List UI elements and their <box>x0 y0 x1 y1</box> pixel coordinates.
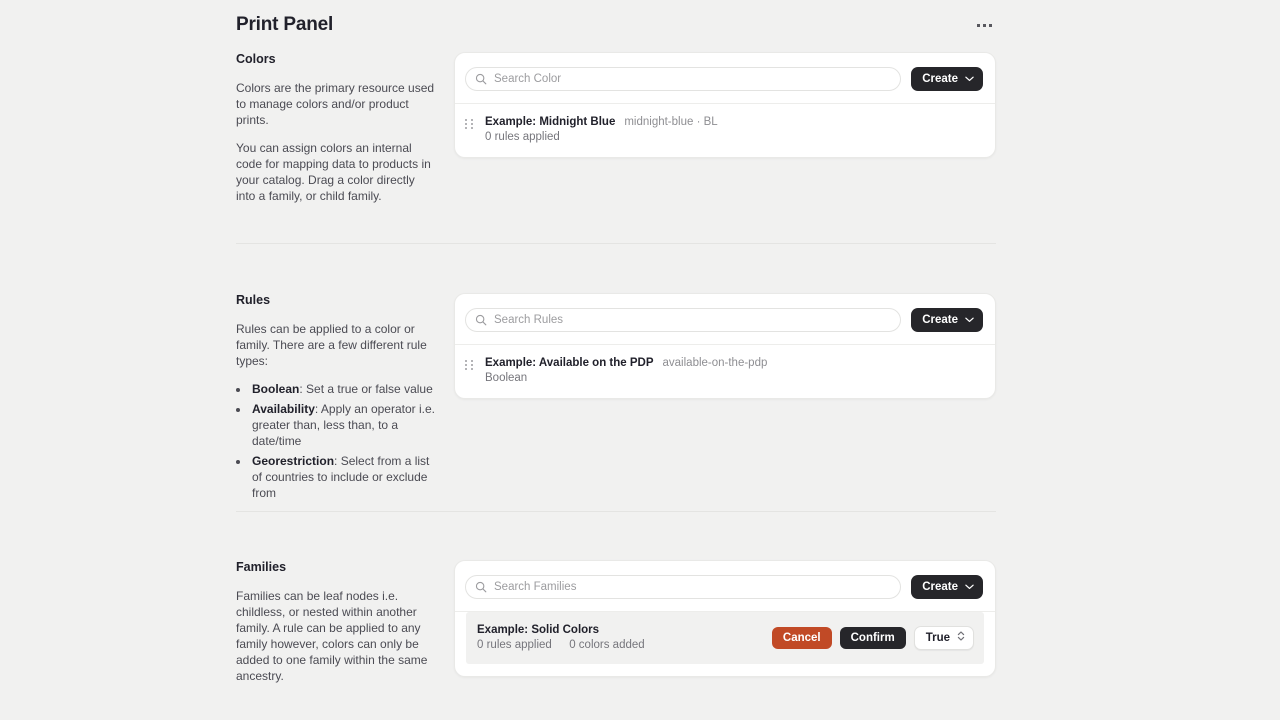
search-icon <box>475 314 487 326</box>
ellipsis-dot <box>989 23 992 27</box>
rules-item-slug: available-on-the-pdp <box>662 357 768 369</box>
colors-list-item[interactable]: Example: Midnight Blue midnight-blue · B… <box>455 104 995 157</box>
rules-type-term: Boolean <box>252 382 300 396</box>
drag-handle-icon[interactable] <box>465 360 475 370</box>
rules-search-input[interactable] <box>494 309 891 331</box>
colors-list-item-heading: Example: Midnight Blue midnight-blue · B… <box>485 116 983 128</box>
families-item-meta: 0 rules applied 0 colors added <box>477 639 762 651</box>
families-card: Create Example: Solid Colors 0 rules app <box>454 560 996 677</box>
page-header: Print Panel <box>236 10 996 40</box>
chevron-up-down-icon <box>957 630 965 645</box>
colors-search-input[interactable] <box>494 68 891 90</box>
families-create-label: Create <box>922 581 958 593</box>
confirm-button[interactable]: Confirm <box>839 626 906 649</box>
rules-type-item: Boolean: Set a true or false value <box>250 381 436 397</box>
colors-search[interactable] <box>465 67 902 91</box>
colors-item-title: Example: Midnight Blue <box>485 116 616 128</box>
section-colors: Colors Colors are the primary resource u… <box>236 52 996 216</box>
colors-card: Create Example: Midnight <box>454 52 996 158</box>
section-rules: Rules Rules can be applied to a color or… <box>236 293 996 505</box>
rules-type-term: Georestriction <box>252 454 335 468</box>
rules-create-button[interactable]: Create <box>911 308 983 332</box>
ellipsis-dot <box>977 23 980 27</box>
drag-handle-icon[interactable] <box>465 119 475 129</box>
rules-type-list: Boolean: Set a true or false value Avail… <box>250 381 436 501</box>
families-list-item-body: Example: Solid Colors 0 rules applied 0 … <box>477 624 762 651</box>
families-item-rules-count: 0 rules applied <box>477 639 552 651</box>
families-paragraph-1: Families can be leaf nodes i.e. childles… <box>236 589 428 683</box>
rules-type-term: Availability <box>252 402 315 416</box>
boolean-value-label: True <box>925 631 950 644</box>
print-panel-page: Print Panel Colors Colors are the primar… <box>0 0 1280 720</box>
colors-paragraph-2: You can assign colors an internal code f… <box>236 141 431 203</box>
section-separator-1 <box>236 243 996 244</box>
colors-create-label: Create <box>922 73 958 85</box>
rules-create-label: Create <box>922 314 958 326</box>
search-icon <box>475 581 487 593</box>
rules-item-title: Example: Available on the PDP <box>485 357 654 369</box>
colors-item-meta: 0 rules applied <box>485 131 560 143</box>
colors-card-toolbar: Create <box>455 53 995 103</box>
colors-item-slug: midnight-blue · BL <box>624 116 718 128</box>
search-icon <box>475 73 487 85</box>
families-item-actions: Cancel Confirm True <box>771 625 974 650</box>
colors-list-item-body: Example: Midnight Blue midnight-blue · B… <box>485 116 983 143</box>
families-search[interactable] <box>465 575 902 599</box>
boolean-value-select[interactable]: True <box>913 625 974 650</box>
families-item-title: Example: Solid Colors <box>477 624 600 636</box>
families-list-item-heading: Example: Solid Colors <box>477 624 762 636</box>
section-separator-2 <box>236 511 996 512</box>
families-description: Families Families can be leaf nodes i.e.… <box>236 560 454 696</box>
colors-paragraph-1: Colors are the primary resource used to … <box>236 81 435 127</box>
colors-create-button[interactable]: Create <box>911 67 983 91</box>
families-item-colors-count: 0 colors added <box>569 639 645 651</box>
rules-card-toolbar: Create <box>455 294 995 344</box>
rules-list-item[interactable]: Example: Available on the PDP available-… <box>455 345 995 398</box>
chevron-down-icon <box>965 581 974 593</box>
rules-item-meta: Boolean <box>485 372 528 384</box>
families-heading: Families <box>236 560 287 574</box>
ellipsis-dot <box>983 23 986 27</box>
ellipsis-icon[interactable] <box>973 18 996 33</box>
cancel-button[interactable]: Cancel <box>771 626 832 649</box>
section-families: Families Families can be leaf nodes i.e.… <box>236 560 996 696</box>
rules-description: Rules Rules can be applied to a color or… <box>236 293 454 505</box>
rules-type-item: Availability: Apply an operator i.e. gre… <box>250 401 436 449</box>
families-card-toolbar: Create <box>455 561 995 611</box>
rules-card: Create Example: Availabl <box>454 293 996 399</box>
rules-paragraph-1: Rules can be applied to a color or famil… <box>236 322 427 368</box>
rules-type-text: : Set a true or false value <box>299 382 433 396</box>
rules-list-item-body: Example: Available on the PDP available-… <box>485 357 983 384</box>
rules-type-item: Georestriction: Select from a list of co… <box>250 453 436 501</box>
rules-heading: Rules <box>236 293 271 307</box>
colors-description: Colors Colors are the primary resource u… <box>236 52 454 216</box>
chevron-down-icon <box>965 73 974 85</box>
families-search-input[interactable] <box>494 576 891 598</box>
rules-search[interactable] <box>465 308 902 332</box>
page-title: Print Panel <box>236 14 334 35</box>
rules-list-item-heading: Example: Available on the PDP available-… <box>485 357 983 369</box>
families-list-item-editing[interactable]: Example: Solid Colors 0 rules applied 0 … <box>466 612 984 664</box>
chevron-down-icon <box>965 314 974 326</box>
families-create-button[interactable]: Create <box>911 575 983 599</box>
colors-heading: Colors <box>236 52 276 66</box>
